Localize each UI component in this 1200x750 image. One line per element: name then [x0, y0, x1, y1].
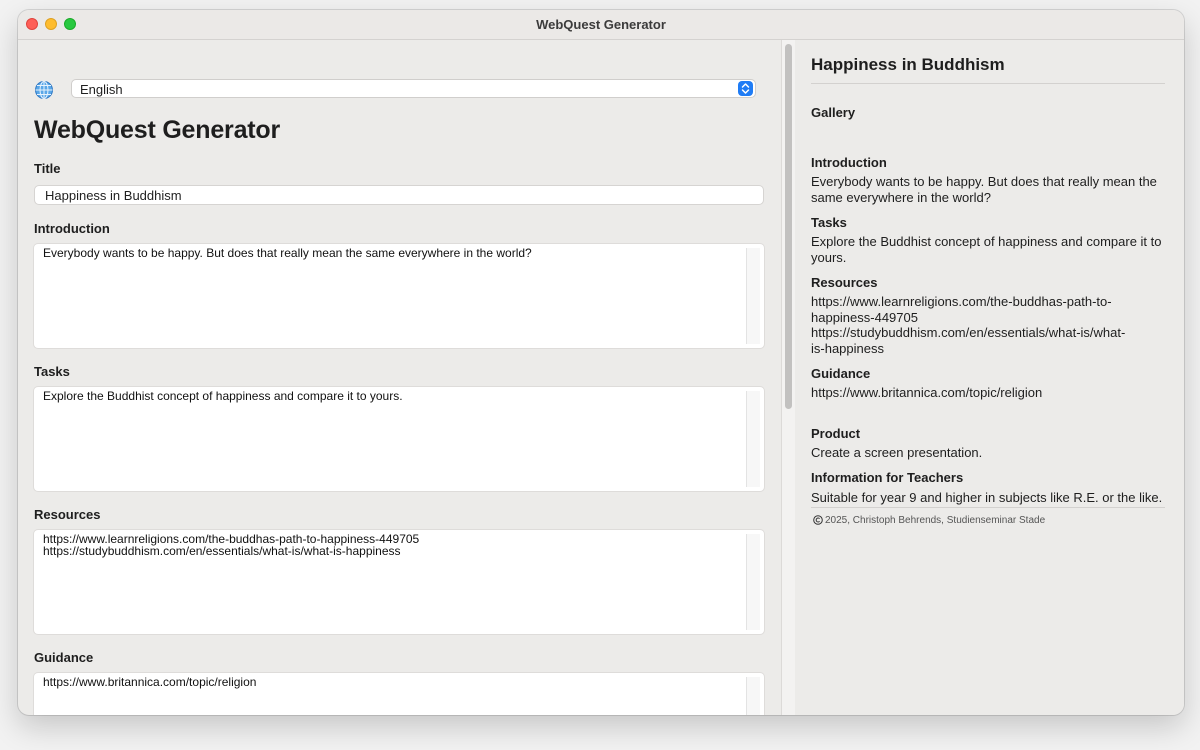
preview-tasks-heading: Tasks	[811, 215, 847, 230]
window-title: WebQuest Generator	[536, 17, 666, 32]
preview-tasks-text: Explore the Buddhist concept of happines…	[811, 234, 1162, 265]
preview-guidance-text[interactable]: https://www.britannica.com/topic/religio…	[811, 385, 1171, 401]
preview-resource-line[interactable]: https://studybuddhism.com/en/essentials/…	[811, 325, 1171, 341]
globe-icon	[35, 81, 53, 99]
editor-scrollbar-thumb[interactable]	[785, 44, 792, 409]
tasks-scrollbar[interactable]	[746, 391, 760, 487]
editor-scrollbar[interactable]	[781, 40, 796, 715]
preview-footer-divider	[811, 507, 1165, 508]
preview-title: Happiness in Buddhism	[811, 55, 1005, 74]
guidance-scrollbar[interactable]	[746, 677, 760, 715]
tasks-textarea-content: Explore the Buddhist concept of happines…	[43, 389, 403, 403]
preview-product-heading: Product	[811, 426, 861, 441]
preview-guidance-heading: Guidance	[811, 366, 871, 381]
copyright-text: 2025, Christoph Behrends, Studienseminar…	[825, 515, 1046, 526]
resources-scrollbar[interactable]	[746, 534, 760, 630]
resources-textarea[interactable]: https://www.learnreligions.com/the-buddh…	[34, 530, 764, 634]
introduction-scrollbar[interactable]	[746, 248, 760, 344]
guidance-textarea-content: https://www.britannica.com/topic/religio…	[43, 675, 257, 689]
app-window: WebQuest Generator English WebQuest Gene…	[18, 10, 1184, 715]
resources-textarea-content: https://www.learnreligions.com/the-buddh…	[43, 532, 420, 558]
preview-resources-text: https://www.learnreligions.com/the-buddh…	[811, 294, 1171, 356]
page-title: WebQuest Generator	[34, 116, 280, 144]
preview-resource-line[interactable]: happiness-449705	[811, 310, 1171, 326]
resources-label: Resources	[34, 507, 101, 522]
tasks-textarea[interactable]: Explore the Buddhist concept of happines…	[34, 387, 764, 491]
copyright-icon	[813, 515, 823, 525]
language-select[interactable]: English	[71, 79, 756, 98]
title-label: Title	[34, 161, 61, 176]
preview-teachers-heading: Information for Teachers	[811, 470, 964, 485]
editor-pane: English WebQuest Generator Title Happine…	[18, 40, 780, 715]
chevron-up-down-icon	[738, 81, 753, 96]
language-select-value: English	[80, 82, 123, 97]
title-bar: WebQuest Generator	[18, 10, 1184, 40]
preview-teachers-text: Suitable for year 9 and higher in subjec…	[811, 490, 1163, 505]
preview-resource-line[interactable]: https://www.learnreligions.com/the-buddh…	[811, 294, 1171, 310]
guidance-textarea[interactable]: https://www.britannica.com/topic/religio…	[34, 673, 764, 715]
title-input-value: Happiness in Buddhism	[45, 188, 182, 203]
tasks-label: Tasks	[34, 364, 70, 379]
preview-pane: Happiness in Buddhism Gallery Introducti…	[795, 40, 1184, 715]
guidance-label: Guidance	[34, 650, 94, 665]
preview-title-divider	[811, 83, 1165, 84]
introduction-textarea-content: Everybody wants to be happy. But does th…	[43, 246, 532, 260]
preview-introduction-text: Everybody wants to be happy. But does th…	[811, 174, 1157, 205]
introduction-label: Introduction	[34, 221, 110, 236]
preview-resources-heading: Resources	[811, 275, 878, 290]
copyright-notice: 2025, Christoph Behrends, Studienseminar…	[813, 515, 1045, 526]
preview-resource-line[interactable]: is-happiness	[811, 341, 1171, 357]
preview-gallery-heading: Gallery	[811, 105, 856, 120]
title-input[interactable]: Happiness in Buddhism	[34, 185, 764, 205]
preview-product-text: Create a screen presentation.	[811, 445, 983, 460]
preview-introduction-heading: Introduction	[811, 155, 887, 170]
introduction-textarea[interactable]: Everybody wants to be happy. But does th…	[34, 244, 764, 348]
